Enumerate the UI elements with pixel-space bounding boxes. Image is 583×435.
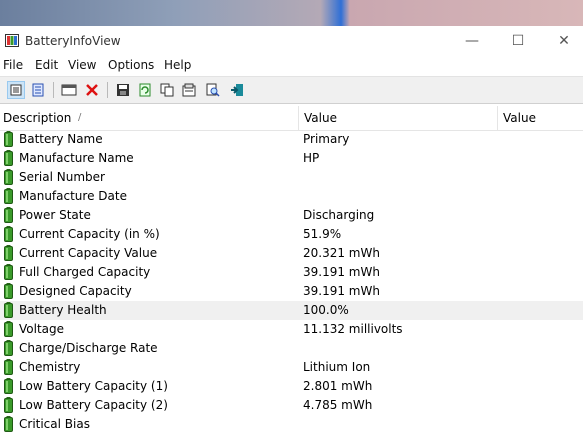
maximize-button[interactable]: ☐ (495, 26, 541, 56)
list-item[interactable]: Manufacture Name HP (0, 149, 583, 168)
battery-icon (4, 150, 13, 166)
window-icon[interactable] (60, 81, 78, 99)
row-description: Current Capacity Value (19, 246, 158, 260)
properties-icon[interactable] (180, 81, 198, 99)
battery-icon (4, 378, 13, 394)
battery-icon (4, 169, 13, 185)
row-value: 4.785 mWh (303, 398, 373, 412)
battery-icon (4, 188, 13, 204)
copy-icon[interactable] (158, 81, 176, 99)
row-description: Chemistry (19, 360, 81, 374)
row-value: 11.132 millivolts (303, 322, 403, 336)
list-item[interactable]: Critical Bias (0, 415, 583, 434)
sort-indicator-icon: / (78, 112, 82, 123)
list-item[interactable]: Designed Capacity 39.191 mWh (0, 282, 583, 301)
battery-icon (4, 245, 13, 261)
column-divider[interactable] (497, 106, 498, 130)
find-icon[interactable] (204, 81, 222, 99)
row-value: Lithium Ion (303, 360, 371, 374)
window-title: BatteryInfoView (25, 34, 121, 48)
battery-icon (4, 226, 13, 242)
battery-icon (4, 397, 13, 413)
battery-icon (4, 416, 13, 432)
menu-options[interactable]: Options (108, 58, 154, 72)
list-view-icon[interactable] (7, 81, 25, 99)
desktop-background (0, 0, 583, 26)
row-value: 51.9% (303, 227, 342, 241)
battery-icon (4, 131, 13, 147)
list-item[interactable]: Full Charged Capacity 39.191 mWh (0, 263, 583, 282)
row-value: 20.321 mWh (303, 246, 380, 260)
minimize-button[interactable]: — (449, 26, 495, 56)
row-description: Battery Name (19, 132, 103, 146)
battery-icon (4, 302, 13, 318)
row-value: HP (303, 151, 320, 165)
list-item[interactable]: Battery Name Primary (0, 130, 583, 149)
column-divider[interactable] (298, 106, 299, 130)
row-value: 100.0% (303, 303, 349, 317)
column-description[interactable]: Description (3, 111, 71, 125)
close-button[interactable]: ✕ (541, 26, 583, 56)
row-value: 39.191 mWh (303, 284, 380, 298)
row-description: Low Battery Capacity (1) (19, 379, 168, 393)
battery-icon (4, 340, 13, 356)
row-description: Current Capacity (in %) (19, 227, 160, 241)
menu-file[interactable]: File (3, 58, 23, 72)
list-item[interactable]: Power State Discharging (0, 206, 583, 225)
row-description: Critical Bias (19, 417, 90, 431)
menu-edit[interactable]: Edit (35, 58, 58, 72)
list-item[interactable]: Manufacture Date (0, 187, 583, 206)
row-description: Battery Health (19, 303, 107, 317)
list-item[interactable]: Current Capacity Value 20.321 mWh (0, 244, 583, 263)
row-description: Low Battery Capacity (2) (19, 398, 168, 412)
html-report-icon[interactable] (29, 81, 47, 99)
list-item[interactable]: Charge/Discharge Rate (0, 339, 583, 358)
row-value: 39.191 mWh (303, 265, 380, 279)
battery-icon (4, 359, 13, 375)
exit-icon[interactable] (228, 81, 246, 99)
battery-icon (4, 207, 13, 223)
battery-icon (4, 264, 13, 280)
list-item[interactable]: Low Battery Capacity (1) 2.801 mWh (0, 377, 583, 396)
row-description: Serial Number (19, 170, 105, 184)
battery-icon (4, 321, 13, 337)
row-description: Manufacture Name (19, 151, 134, 165)
list-item[interactable]: Chemistry Lithium Ion (0, 358, 583, 377)
row-description: Manufacture Date (19, 189, 127, 203)
list-item[interactable]: Voltage 11.132 millivolts (0, 320, 583, 339)
row-value: Primary (303, 132, 350, 146)
column-header: Description / Value Value (0, 106, 583, 131)
list-item[interactable]: Low Battery Capacity (2) 4.785 mWh (0, 396, 583, 415)
delete-icon[interactable] (83, 81, 101, 99)
menu-help[interactable]: Help (164, 58, 191, 72)
save-icon[interactable] (114, 81, 132, 99)
refresh-icon[interactable] (136, 81, 154, 99)
menu-bar: File Edit View Options Help (0, 56, 583, 76)
row-description: Voltage (19, 322, 65, 336)
row-description: Power State (19, 208, 91, 222)
toolbar-separator (53, 82, 54, 98)
toolbar (0, 76, 583, 104)
row-description: Charge/Discharge Rate (19, 341, 158, 355)
row-description: Designed Capacity (19, 284, 132, 298)
row-value: 2.801 mWh (303, 379, 373, 393)
list-item[interactable]: Battery Health 100.0% (0, 301, 583, 320)
column-value-2[interactable]: Value (503, 111, 536, 125)
column-value[interactable]: Value (304, 111, 337, 125)
row-value: Discharging (303, 208, 375, 222)
battery-icon (4, 283, 13, 299)
row-description: Full Charged Capacity (19, 265, 151, 279)
toolbar-separator (107, 82, 108, 98)
list-item[interactable]: Serial Number (0, 168, 583, 187)
menu-view[interactable]: View (68, 58, 96, 72)
app-icon (5, 34, 19, 47)
title-bar[interactable]: BatteryInfoView — ☐ ✕ (0, 26, 583, 56)
list-item[interactable]: Current Capacity (in %) 51.9% (0, 225, 583, 244)
